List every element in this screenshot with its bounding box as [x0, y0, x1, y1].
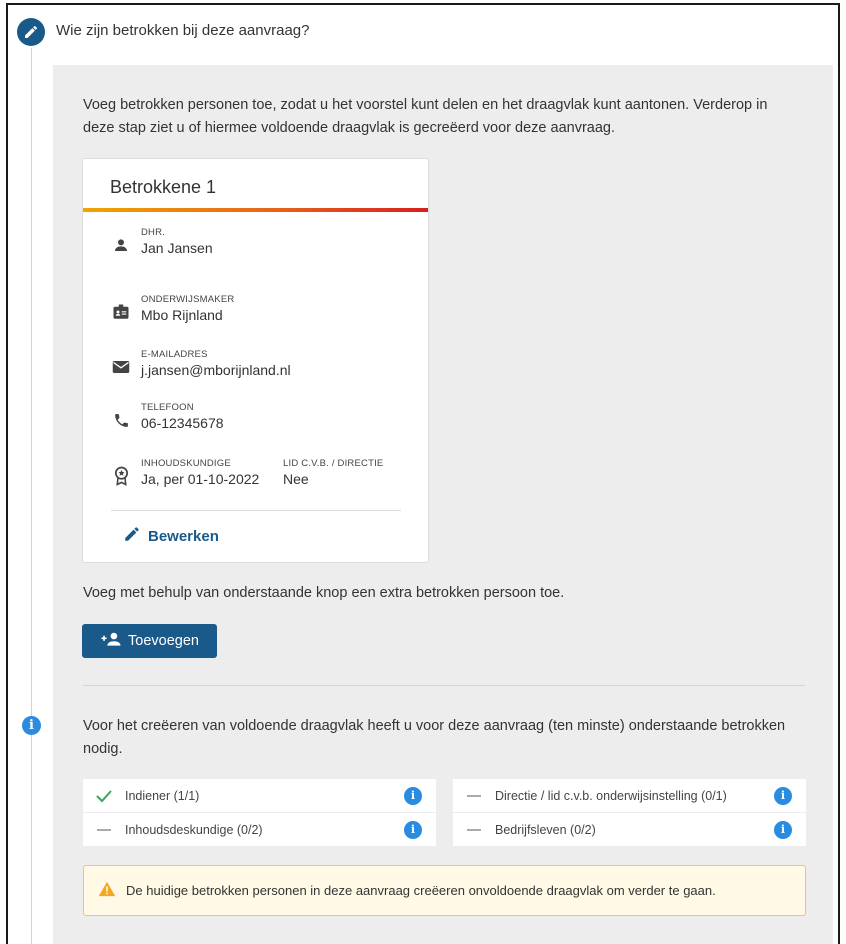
email-value: j.jansen@mborijnland.nl — [141, 362, 291, 378]
requirement-item: Indiener (1/1) i — [83, 779, 436, 812]
person-icon — [111, 235, 131, 255]
requirements-intro: Voor het creëeren van voldoende draagvla… — [83, 718, 786, 757]
add-person-button[interactable]: Toevoegen — [82, 624, 217, 658]
requirement-label: Inhoudsdeskundige (0/2) — [125, 822, 263, 837]
add-person-text: Voeg met behulp van onderstaande knop ee… — [83, 585, 565, 601]
requirement-item: Bedrijfsleven (0/2) i — [453, 813, 806, 846]
info-icon: i — [22, 716, 41, 735]
organisation-value: Mbo Rijnland — [141, 307, 223, 323]
envelope-icon — [111, 357, 131, 377]
badge-icon — [111, 302, 131, 322]
warning-triangle-icon — [98, 881, 116, 900]
add-button-label: Toevoegen — [128, 633, 199, 649]
pencil-icon — [123, 525, 141, 547]
edit-button[interactable]: Bewerken — [123, 525, 219, 547]
check-icon — [83, 789, 125, 803]
organisation-label: ONDERWIJSMAKER — [141, 294, 235, 305]
step-timeline-line — [31, 48, 32, 944]
dash-icon — [453, 794, 495, 797]
info-icon[interactable]: i — [404, 820, 422, 839]
pencil-icon — [17, 18, 45, 46]
requirement-label: Directie / lid c.v.b. onderwijsinstellin… — [495, 788, 727, 803]
person-add-icon — [100, 631, 122, 651]
board-value: Nee — [283, 471, 309, 487]
warning-text: De huidige betrokken personen in deze aa… — [126, 883, 716, 898]
salutation-label: DHR. — [141, 227, 166, 238]
phone-label: TELEFOON — [141, 402, 194, 413]
card-accent-bar — [83, 208, 428, 212]
expert-value: Ja, per 01-10-2022 — [141, 471, 260, 487]
edit-label: Bewerken — [148, 527, 219, 545]
dash-icon — [453, 828, 495, 831]
phone-icon — [111, 410, 131, 430]
board-label: LID C.V.B. / DIRECTIE — [283, 458, 384, 469]
info-icon[interactable]: i — [404, 786, 422, 805]
requirement-label: Indiener (1/1) — [125, 788, 200, 803]
requirement-label: Bedrijfsleven (0/2) — [495, 822, 596, 837]
dash-icon — [83, 828, 125, 831]
award-icon — [111, 466, 131, 486]
requirement-item: Directie / lid c.v.b. onderwijsinstellin… — [453, 779, 806, 812]
expert-label: INHOUDSKUNDIGE — [141, 458, 231, 469]
requirement-item: Inhoudsdeskundige (0/2) i — [83, 813, 436, 846]
person-card: Betrokkene 1 DHR. Jan Jansen ONDERWIJSMA… — [82, 158, 429, 563]
intro-text: Voeg betrokken personen toe, zodat u het… — [83, 97, 768, 136]
person-card-title: Betrokkene 1 — [110, 177, 217, 197]
warning-alert: De huidige betrokken personen in deze aa… — [83, 865, 806, 916]
info-icon[interactable]: i — [774, 786, 792, 805]
email-label: E-MAILADRES — [141, 349, 208, 360]
info-icon[interactable]: i — [774, 820, 792, 839]
phone-value: 06-12345678 — [141, 415, 224, 431]
step-title: Wie zijn betrokken bij deze aanvraag? — [56, 22, 310, 39]
section-divider — [83, 685, 805, 686]
person-name: Jan Jansen — [141, 240, 213, 256]
card-divider — [111, 510, 401, 511]
